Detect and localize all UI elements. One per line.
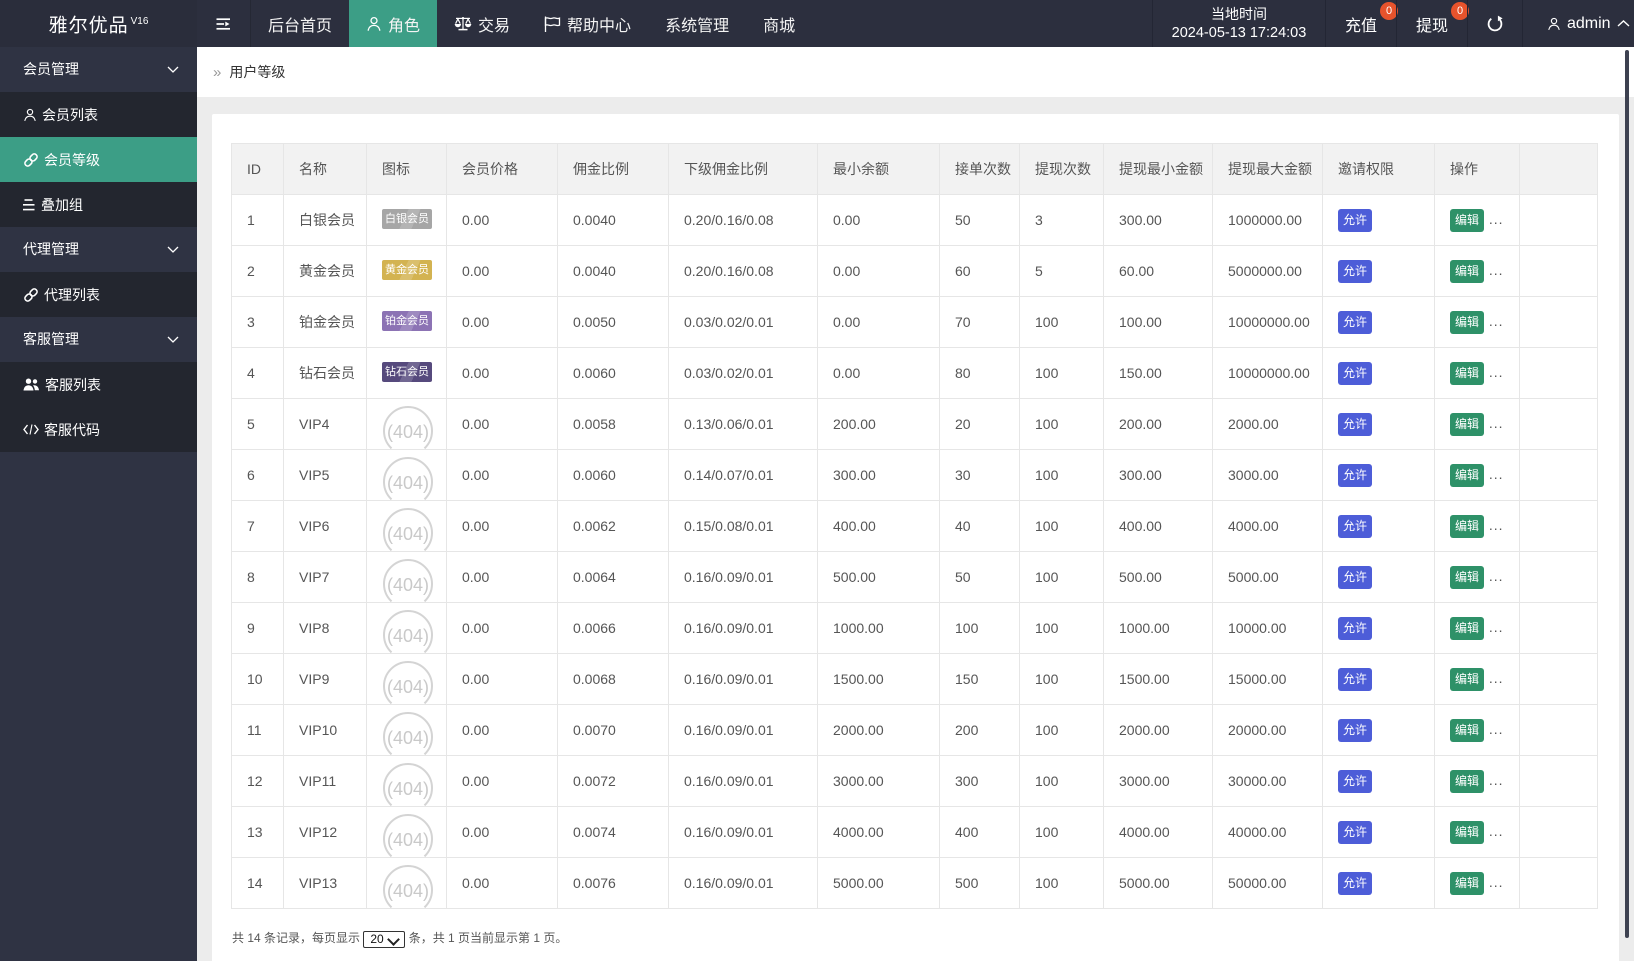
svg-text:(404): (404) xyxy=(387,830,429,850)
svg-text:(404): (404) xyxy=(387,779,429,799)
svg-text:(404): (404) xyxy=(387,575,429,595)
svg-text:(404): (404) xyxy=(387,677,429,697)
svg-text:(404): (404) xyxy=(387,524,429,544)
svg-text:(404): (404) xyxy=(387,728,429,748)
svg-text:(404): (404) xyxy=(387,473,429,493)
svg-text:(404): (404) xyxy=(387,626,429,646)
svg-text:(404): (404) xyxy=(387,422,429,442)
svg-text:(404): (404) xyxy=(387,881,429,901)
